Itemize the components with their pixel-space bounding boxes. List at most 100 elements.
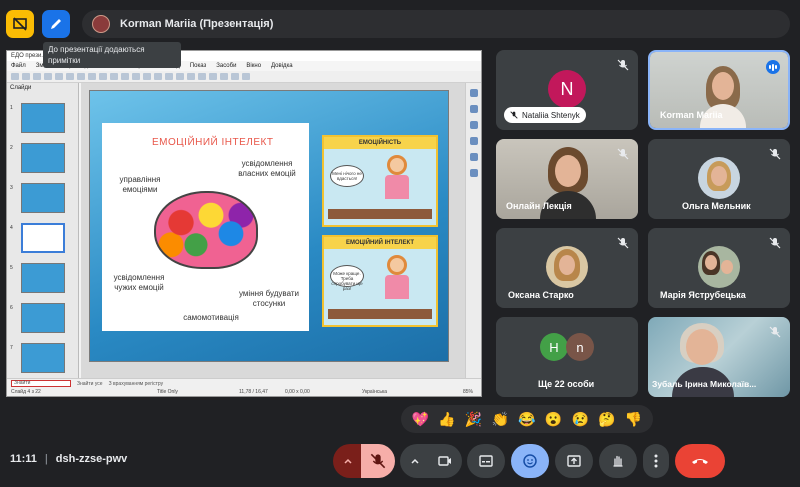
comic-bottom: ЕМОЦІЙНИЙ ІНТЕЛЕКТ Може краще. Треба спр… [322,235,438,327]
styles-icon[interactable] [470,105,478,113]
stop-presenting-button[interactable] [6,10,34,38]
captions-button[interactable] [467,444,505,478]
more-participants-tile[interactable]: H n Ще 22 особи [496,317,638,397]
reaction-thumbs-up[interactable]: 👍 [438,412,455,426]
toolbar-icon[interactable] [121,73,129,80]
reaction-sad[interactable]: 😢 [572,412,589,426]
toolbar-icon[interactable] [66,73,74,80]
participant-tile-speaking[interactable]: Korman Mariia [648,50,790,130]
toolbar-icon[interactable] [22,73,30,80]
toolbar-icon[interactable] [44,73,52,80]
slide-thumbnail[interactable] [21,143,65,173]
toolbar-icon[interactable] [55,73,63,80]
mic-off-icon [370,453,386,469]
current-slide[interactable]: ЕМОЦІЙНИЙ ІНТЕЛЕКТ усвідомлення власних … [89,90,449,362]
mic-off-icon [769,148,781,160]
slide-thumbnail[interactable] [21,183,65,213]
toolbar-icon[interactable] [176,73,184,80]
status-language: Українська [362,389,388,395]
participant-tile[interactable]: Онлайн Лекція [496,139,638,219]
toolbar-icon[interactable] [187,73,195,80]
reaction-thinking[interactable]: 🤔 [598,412,615,426]
reactions-button[interactable] [511,444,549,478]
gallery-icon[interactable] [470,121,478,129]
mic-off-icon [617,237,629,249]
menu-item[interactable]: Вікно [246,63,261,69]
find-input[interactable]: Знайти [11,380,71,387]
menu-item[interactable]: Довідка [271,63,293,69]
menu-item[interactable]: Файл [11,63,26,69]
properties-icon[interactable] [470,89,478,97]
find-all-option[interactable]: Знайти усе [77,381,103,387]
more-options-button[interactable] [643,444,669,478]
toolbar-icon[interactable] [154,73,162,80]
toolbar-icon[interactable] [88,73,96,80]
menu-item[interactable]: Показ [190,63,206,69]
toolbar-icon[interactable] [198,73,206,80]
present-screen-icon [567,455,581,467]
toolbar-icon[interactable] [99,73,107,80]
animation-icon[interactable] [470,153,478,161]
person-face [555,155,581,187]
participant-tile[interactable]: Марія Яструбецька [648,228,790,308]
present-button[interactable] [555,444,593,478]
transition-icon[interactable] [470,169,478,177]
participant-tile[interactable]: Оксана Старко [496,228,638,308]
comic-top-title: ЕМОЦІЙНІСТЬ [324,137,436,149]
notes-button[interactable] [42,10,70,38]
menu-item[interactable]: Засоби [216,63,236,69]
speaking-indicator-icon [766,60,780,74]
reaction-party[interactable]: 🎉 [465,412,482,426]
toolbar-icon[interactable] [132,73,140,80]
slide-thumbnail-selected[interactable] [21,223,65,253]
participant-tile[interactable]: Зубаль Ірина Миколаїв... [648,317,790,397]
audio-options-button[interactable] [333,444,363,478]
toolbar-icon[interactable] [242,73,250,80]
toolbar-icon[interactable] [33,73,41,80]
presenter-name: Korman Mariia (Презентація) [120,18,274,30]
desk [328,309,432,319]
slide-thumbnail[interactable] [21,303,65,333]
toolbar-icon[interactable] [165,73,173,80]
find-toolbar: Знайти Знайти усе З врахуванням регістру [7,379,481,388]
toolbar-icon[interactable] [77,73,85,80]
sidebar-rail [465,83,481,380]
reaction-heart[interactable]: 💖 [412,412,429,426]
raise-hand-button[interactable] [599,444,637,478]
avatar [698,157,740,199]
video-options-button[interactable] [400,444,430,478]
avatar: n [566,333,594,361]
ei-diagram: ЕМОЦІЙНИЙ ІНТЕЛЕКТ усвідомлення власних … [102,123,309,331]
toolbar-icon[interactable] [209,73,217,80]
label-self-motivation: самомотивація [183,313,239,322]
reaction-thumbs-down[interactable]: 👎 [625,412,642,426]
participant-name: Онлайн Лекція [506,201,572,211]
reaction-laugh[interactable]: 😂 [518,412,535,426]
speech-bubble: Мені нічого не вдасться! [330,165,364,187]
speech-bubble: Може краще. Треба спробувати ще раз! [330,265,364,291]
reaction-surprised[interactable]: 😮 [545,412,562,426]
toolbar-icon[interactable] [231,73,239,80]
toolbar-icon[interactable] [11,73,19,80]
navigator-icon[interactable] [470,137,478,145]
toolbar-icon[interactable] [143,73,151,80]
desk [328,209,432,219]
leave-call-button[interactable] [675,444,725,478]
participant-tile[interactable]: Ольга Мельник [648,139,790,219]
girl-illustration [382,255,412,299]
toolbar-icon[interactable] [220,73,228,80]
presenter-chip[interactable]: Korman Mariia (Презентація) [82,10,790,38]
reaction-clap[interactable]: 👏 [492,412,509,426]
shared-screen: ЕДО прези... Файл Зміни Перегляд Вставка… [6,50,482,397]
camera-toggle-button[interactable] [428,444,462,478]
match-case-option[interactable]: З врахуванням регістру [109,381,164,387]
status-size: 0,00 x 0,00 [285,389,310,395]
label-relationships: уміння будувати стосунки [239,289,299,308]
toolbar-icon[interactable] [110,73,118,80]
mic-toggle-button[interactable] [361,444,395,478]
participant-tile[interactable]: N Nataliia Shtenyk [496,50,638,130]
slide-thumbnail[interactable] [21,343,65,373]
slide-thumbnail[interactable] [21,263,65,293]
slide-thumbnail[interactable] [21,103,65,133]
status-bar: Знайти Знайти усе З врахуванням регістру… [7,378,481,396]
